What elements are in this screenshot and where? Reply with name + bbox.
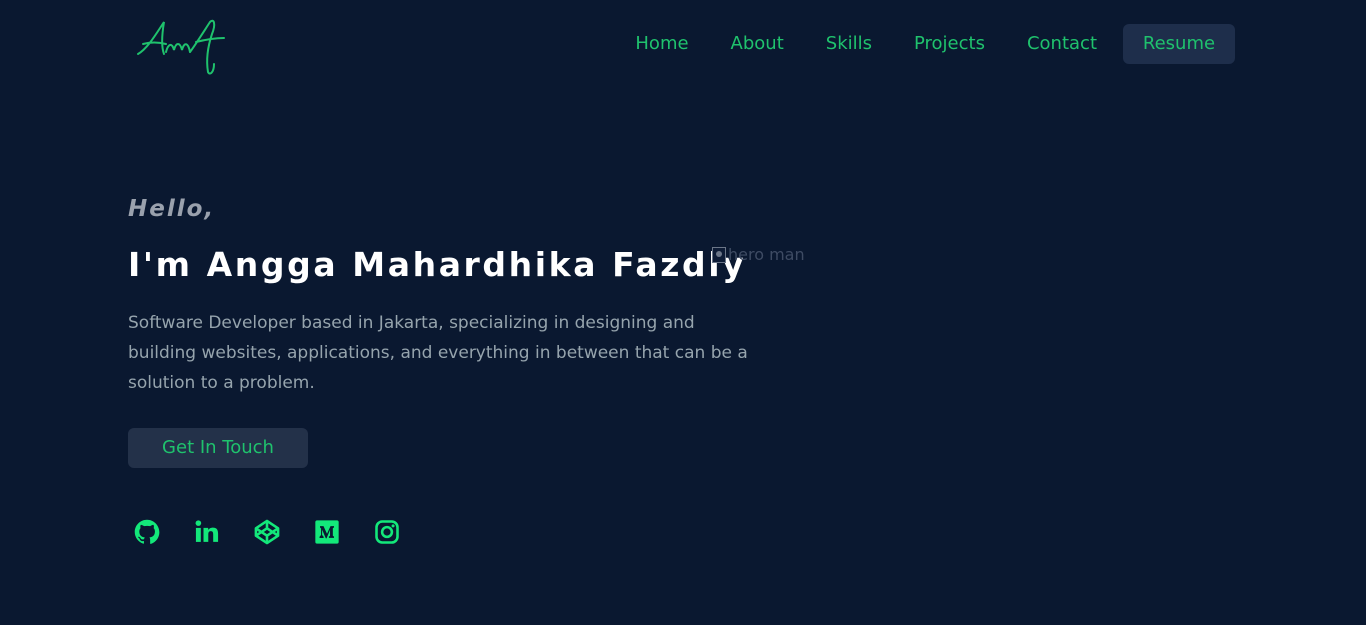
codepen-icon — [254, 519, 280, 545]
main-nav: Home About Skills Projects Contact Resum… — [635, 24, 1235, 64]
instagram-icon — [375, 520, 399, 544]
medium-icon — [315, 520, 339, 544]
github-link[interactable] — [132, 517, 162, 547]
linkedin-link[interactable] — [192, 517, 222, 547]
hero-image-alt-text: hero man — [728, 245, 805, 264]
broken-image-icon — [712, 246, 726, 263]
hero-description: Software Developer based in Jakarta, spe… — [128, 313, 748, 393]
linkedin-icon — [195, 520, 219, 542]
resume-button[interactable]: Resume — [1123, 24, 1235, 64]
social-links — [132, 517, 432, 547]
instagram-link[interactable] — [372, 517, 402, 547]
hero-name: I'm Angga Mahardhika Fazdly — [128, 245, 747, 284]
nav-link-contact[interactable]: Contact — [1027, 24, 1097, 64]
nav-link-about[interactable]: About — [731, 24, 784, 64]
nav-link-skills[interactable]: Skills — [826, 24, 872, 64]
nav-link-home[interactable]: Home — [635, 24, 688, 64]
codepen-link[interactable] — [252, 517, 282, 547]
hero-image: hero man — [712, 245, 805, 264]
medium-link[interactable] — [312, 517, 342, 547]
nav-link-projects[interactable]: Projects — [914, 24, 985, 64]
get-in-touch-button[interactable]: Get In Touch — [128, 428, 308, 468]
logo[interactable] — [134, 14, 230, 78]
github-icon — [134, 519, 160, 544]
hero-greeting: Hello, — [128, 196, 216, 222]
page: Home About Skills Projects Contact Resum… — [0, 0, 1366, 625]
logo-signature-icon — [137, 19, 225, 75]
